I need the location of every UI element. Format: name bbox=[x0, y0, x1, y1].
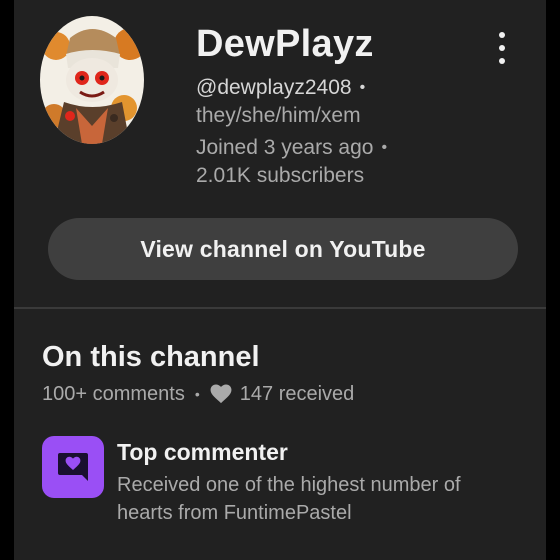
more-vert-icon-dot bbox=[499, 58, 505, 64]
view-channel-button[interactable]: View channel on YouTube bbox=[48, 218, 518, 280]
more-vert-icon bbox=[499, 32, 505, 38]
avatar-image bbox=[40, 16, 144, 144]
comment-count: 100+ comments bbox=[42, 383, 185, 405]
separator-dot: • bbox=[381, 139, 388, 156]
heart-icon bbox=[210, 384, 232, 404]
view-channel-label: View channel on YouTube bbox=[140, 235, 426, 262]
top-commenter-badge bbox=[42, 436, 104, 498]
channel-handle[interactable]: @dewplayz2408 bbox=[196, 76, 352, 99]
channel-avatar[interactable] bbox=[40, 16, 144, 144]
top-commenter-title: Top commenter bbox=[117, 439, 288, 465]
more-options-button[interactable] bbox=[486, 28, 518, 68]
hearts-received: 147 received bbox=[239, 383, 355, 405]
section-divider bbox=[14, 307, 546, 309]
channel-handle-row: @dewplayz2408 • bbox=[196, 74, 365, 104]
channel-pronouns: they/she/him/xem bbox=[196, 104, 361, 127]
channel-stats: 100+ comments • 147 received bbox=[42, 380, 354, 408]
separator-dot: • bbox=[359, 79, 366, 96]
section-title: On this channel bbox=[42, 341, 260, 373]
separator-dot: • bbox=[194, 386, 200, 402]
heart-chat-badge-icon bbox=[58, 453, 88, 481]
subscriber-count: 2.01K subscribers bbox=[196, 164, 365, 187]
more-vert-icon-dot bbox=[499, 45, 505, 51]
channel-joined-row: Joined 3 years ago • bbox=[196, 134, 387, 164]
channel-info-screen: DewPlayz @dewplayz2408 • they/she/him/xem… bbox=[0, 0, 560, 560]
channel-name: DewPlayz bbox=[196, 23, 374, 65]
channel-joined: Joined 3 years ago bbox=[196, 136, 374, 159]
top-commenter-description: Received one of the highest number of he… bbox=[117, 474, 461, 524]
